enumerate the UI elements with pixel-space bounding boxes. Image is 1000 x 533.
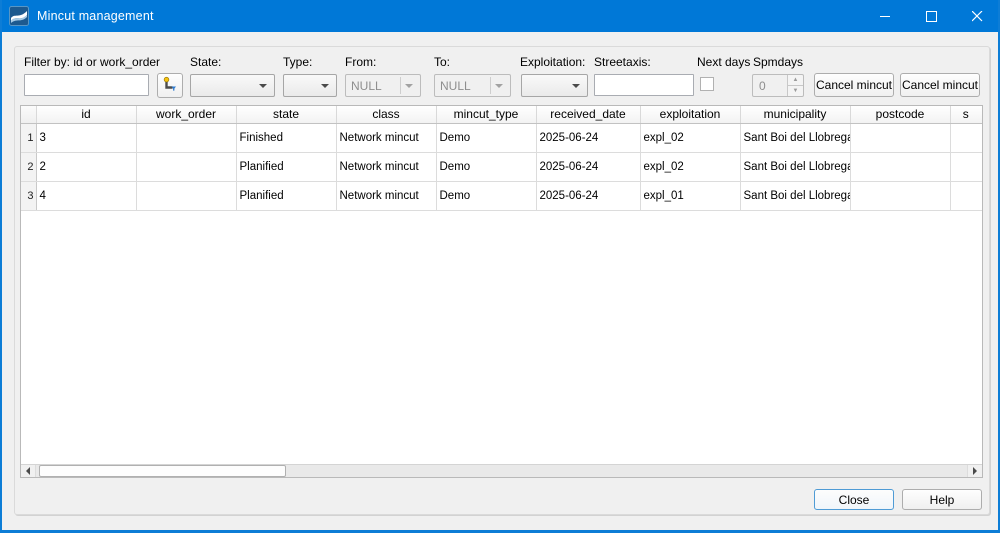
cancel-mincut-button-2[interactable]: Cancel mincut [900,73,980,97]
state-label: State: [190,55,222,69]
to-label: To: [434,55,451,69]
maximize-button[interactable] [908,0,954,32]
col-header-state[interactable]: state [236,106,337,124]
close-button[interactable] [954,0,998,32]
spmdays-label: Spmdays [753,55,804,69]
table-row[interactable]: 2 2 Planified Network mincut Demo 2025-0… [21,152,982,182]
cancel-mincut-button[interactable]: Cancel mincut [814,73,894,97]
next-days-checkbox[interactable] [700,77,714,91]
col-header-municipality[interactable]: municipality [740,106,851,124]
next-days-label: Next days [697,55,751,69]
col-header-id[interactable]: id [36,106,137,124]
select-on-map-button[interactable] [157,73,183,98]
mincut-table: id work_order state class mincut_type re… [20,105,983,478]
from-date-combobox: NULL [345,74,421,97]
from-label: From: [345,55,377,69]
arrow-left-icon [26,467,30,475]
streetaxis-input[interactable] [594,74,694,96]
type-label: Type: [283,55,313,69]
scroll-left-button[interactable] [21,465,36,477]
table-header-row: id work_order state class mincut_type re… [21,106,982,124]
exploitation-combobox[interactable] [521,74,588,97]
minimize-button[interactable] [862,0,908,32]
mincut-table-grid: id work_order state class mincut_type re… [21,106,982,211]
corner-header[interactable] [21,106,37,124]
arrow-right-icon [973,467,977,475]
window-title: Mincut management [37,9,154,23]
spmdays-value: 0 [759,78,766,93]
row-header[interactable]: 3 [21,181,37,211]
app-icon [9,6,29,26]
col-header-postcode[interactable]: postcode [850,106,951,124]
table-row[interactable]: 3 4 Planified Network mincut Demo 2025-0… [21,181,982,211]
spmdays-spinbox: 0 ▲ ▼ [752,74,804,97]
select-mincut-on-map-icon [162,76,178,95]
col-header-exploitation[interactable]: exploitation [640,106,741,124]
col-header-work-order[interactable]: work_order [136,106,237,124]
scrollbar-thumb[interactable] [39,465,286,477]
col-header-class[interactable]: class [336,106,437,124]
table-row[interactable]: 1 3 Finished Network mincut Demo 2025-06… [21,123,982,153]
chevron-down-icon [572,83,580,88]
chevron-down-icon [495,83,503,88]
scroll-right-button[interactable] [967,465,982,477]
chevron-down-icon [321,83,329,88]
to-date-combobox: NULL [434,74,511,97]
state-combobox[interactable] [190,74,275,97]
streetaxis-label: Streetaxis: [594,55,651,69]
mincut-management-dialog: Mincut management Filter by: id or work_… [0,0,1000,533]
spin-up-icon: ▲ [788,75,803,86]
type-combobox[interactable] [283,74,337,97]
filter-by-input[interactable] [24,74,149,96]
col-header-mincut-type[interactable]: mincut_type [436,106,537,124]
spin-down-icon: ▼ [788,86,803,96]
chevron-down-icon [259,83,267,88]
help-button[interactable]: Help [902,489,982,510]
col-header-clipped[interactable]: s [950,106,982,124]
row-header[interactable]: 2 [21,152,37,182]
horizontal-scrollbar[interactable] [21,464,982,477]
titlebar: Mincut management [2,0,998,32]
row-header[interactable]: 1 [21,123,37,153]
chevron-down-icon [405,83,413,88]
filter-by-label: Filter by: id or work_order [24,55,161,69]
close-dialog-button[interactable]: Close [814,489,894,510]
col-header-received-date[interactable]: received_date [536,106,641,124]
exploitation-label: Exploitation: [520,55,586,69]
